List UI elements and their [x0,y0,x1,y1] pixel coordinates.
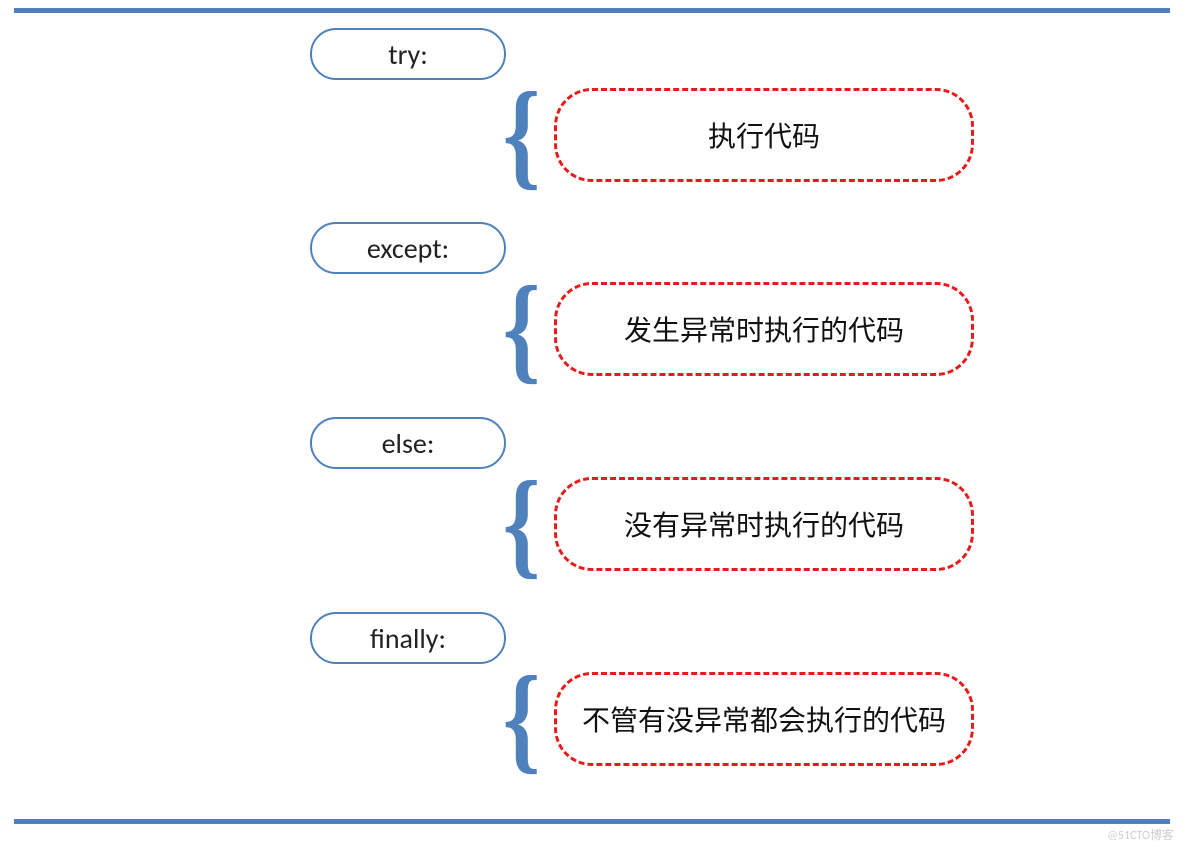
brace-icon: { [503,74,540,194]
description-pill-else: 没有异常时执行的代码 [554,477,974,571]
keyword-pill-except: except: [310,222,506,274]
description-pill-finally: 不管有没异常都会执行的代码 [554,672,974,766]
watermark: @51CTO博客 [1107,826,1174,843]
brace-icon: { [503,268,540,388]
keyword-pill-try: try: [310,28,506,80]
description-pill-try: 执行代码 [554,88,974,182]
brace-icon: { [503,658,540,778]
keyword-pill-else: else: [310,417,506,469]
description-pill-except: 发生异常时执行的代码 [554,282,974,376]
keyword-pill-finally: finally: [310,612,506,664]
bottom-rule [14,819,1170,824]
top-rule [14,8,1170,13]
brace-icon: { [503,463,540,583]
